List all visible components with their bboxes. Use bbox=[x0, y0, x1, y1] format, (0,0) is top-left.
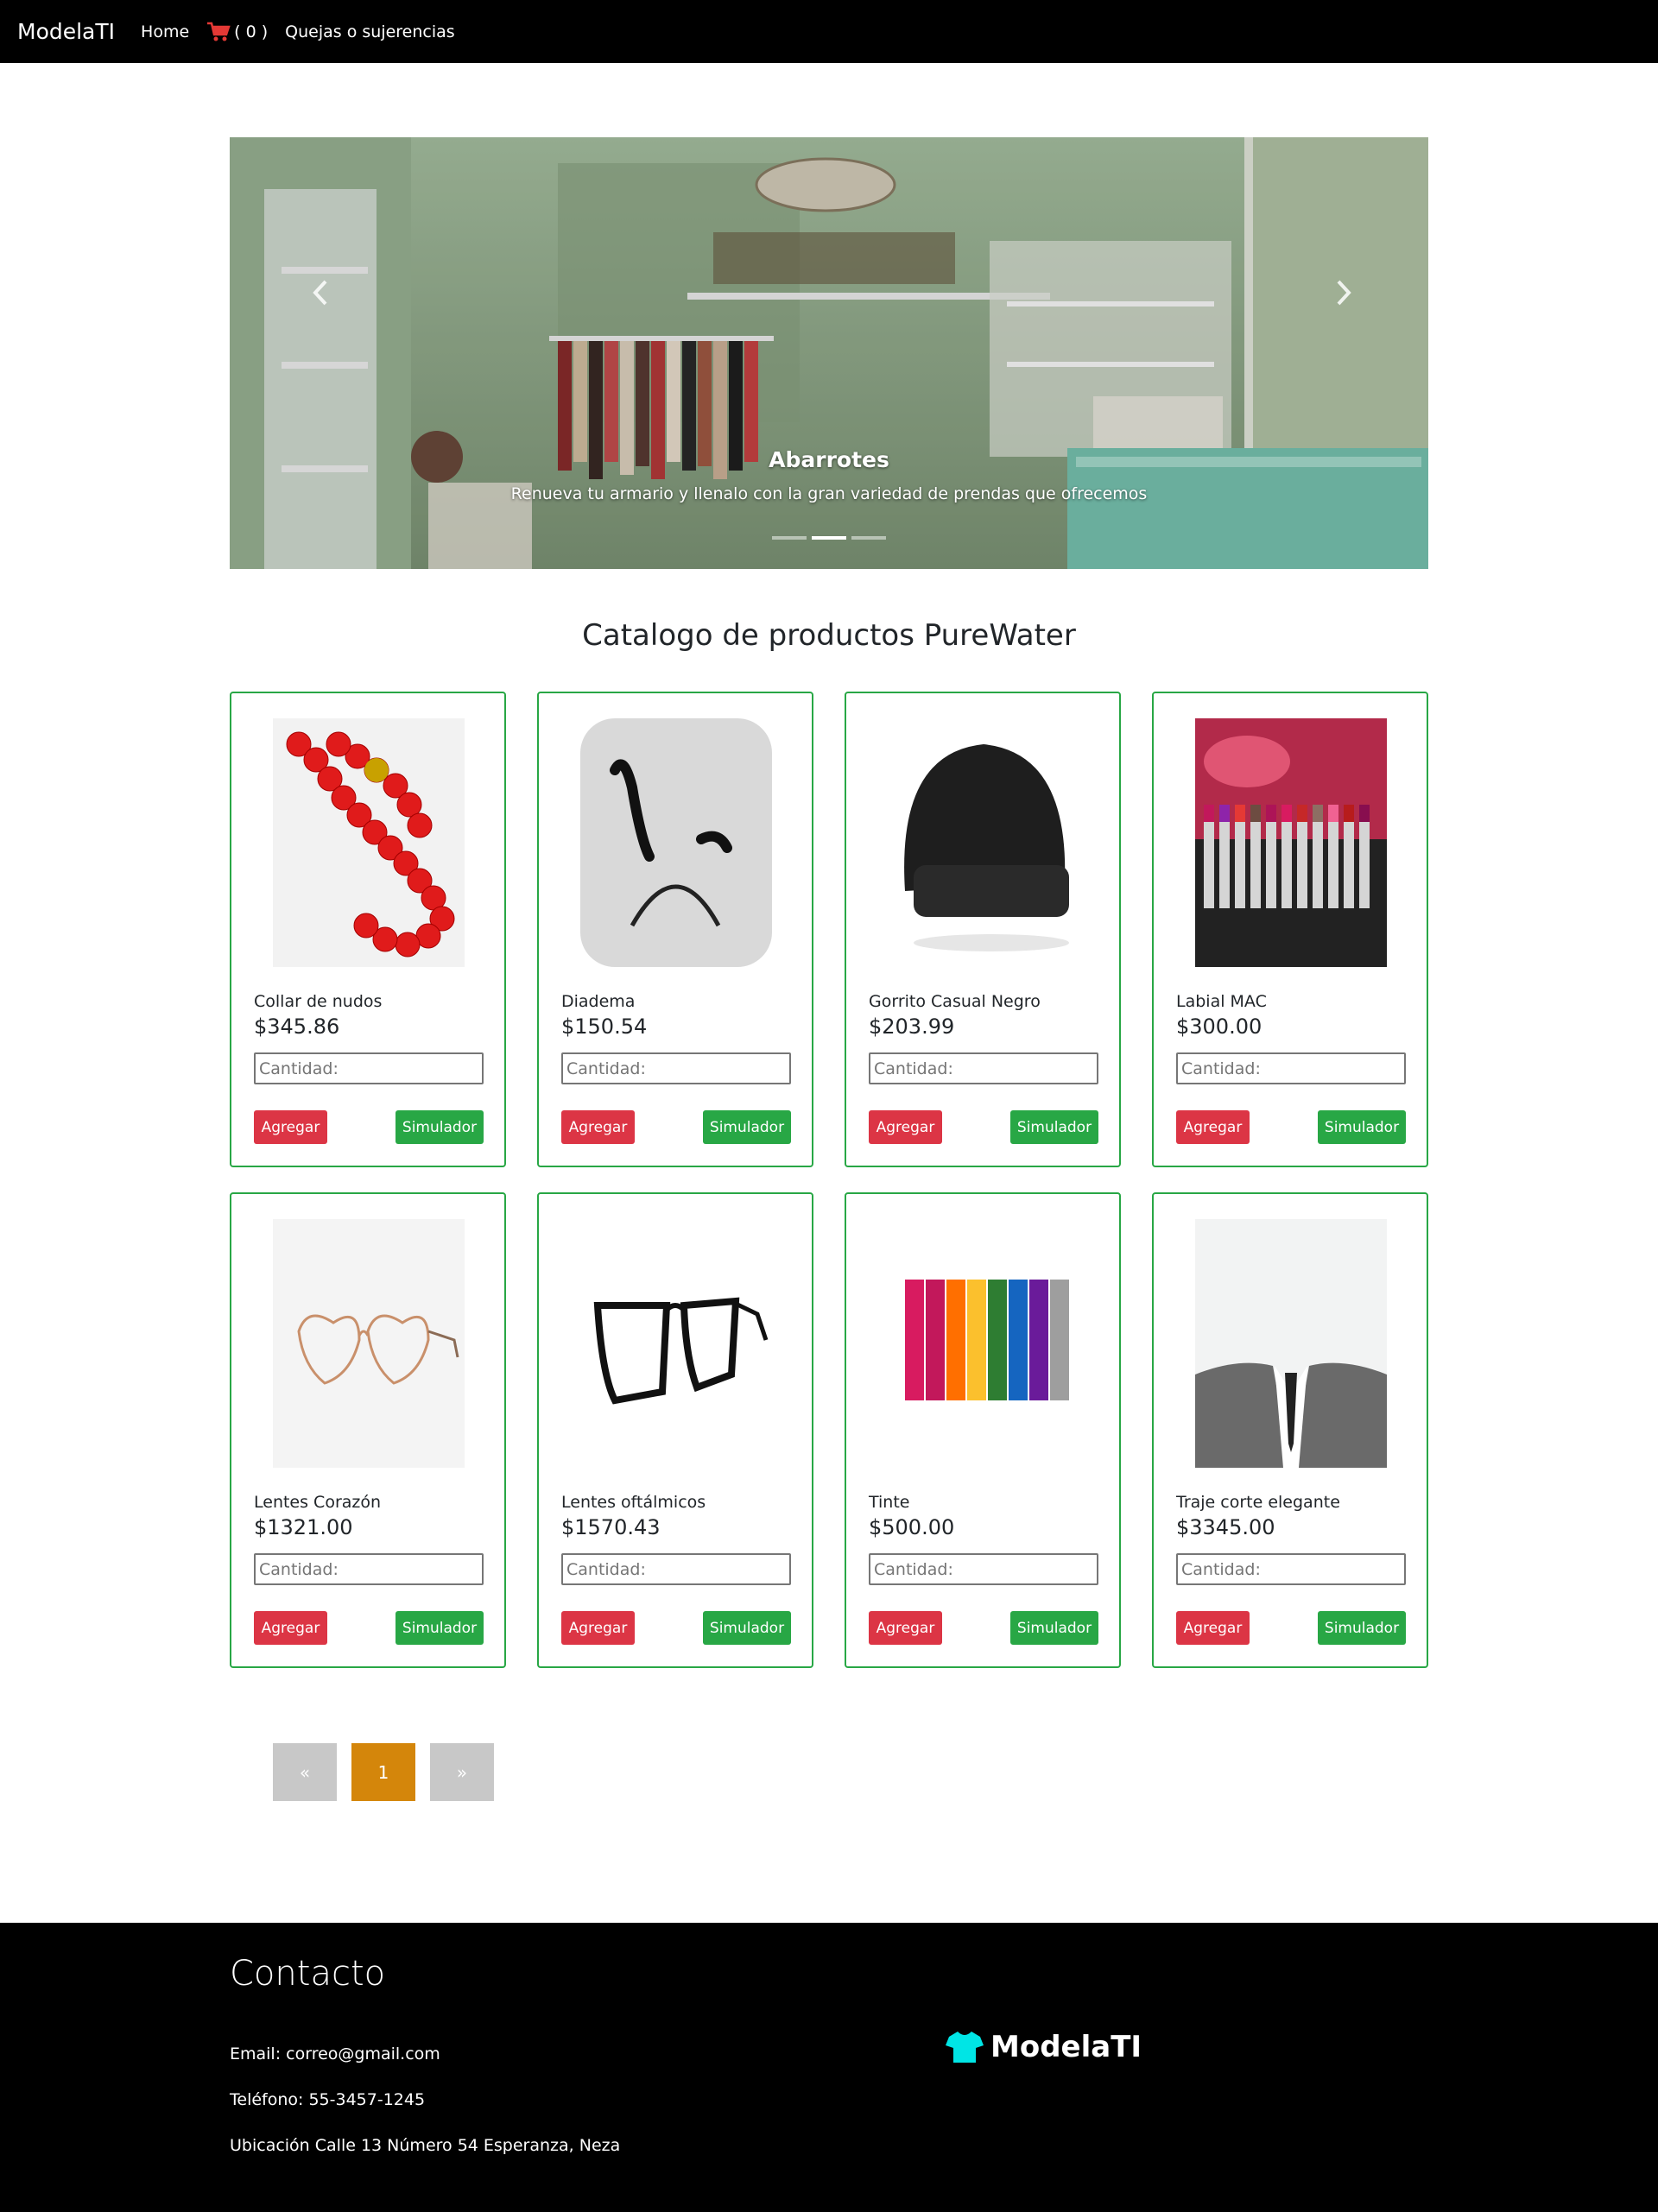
simulator-button[interactable]: Simulador bbox=[396, 1110, 484, 1144]
footer-brand-name: ModelaTI bbox=[990, 2030, 1142, 2064]
product-price: $345.86 bbox=[254, 1014, 340, 1039]
product-image bbox=[1195, 1219, 1387, 1468]
nav-home-link[interactable]: Home bbox=[141, 22, 189, 41]
product-price: $1321.00 bbox=[254, 1515, 353, 1539]
product-card: Lentes Corazón $1321.00 Agregar Simulador bbox=[230, 1192, 506, 1668]
footer-phone: Teléfono: 55-3457-1245 bbox=[230, 2090, 426, 2109]
cart-icon bbox=[207, 22, 231, 41]
product-price: $300.00 bbox=[1176, 1014, 1262, 1039]
simulator-button[interactable]: Simulador bbox=[1318, 1611, 1406, 1645]
product-name: Lentes Corazón bbox=[254, 1493, 382, 1512]
footer-brand[interactable]: ModelaTI bbox=[946, 2030, 1142, 2064]
product-price: $203.99 bbox=[869, 1014, 955, 1039]
add-to-cart-button[interactable]: Agregar bbox=[254, 1110, 327, 1144]
product-image bbox=[888, 718, 1079, 967]
product-name: Diadema bbox=[561, 992, 636, 1011]
add-to-cart-button[interactable]: Agregar bbox=[869, 1110, 942, 1144]
store-interior-image bbox=[230, 137, 1428, 569]
quantity-input[interactable] bbox=[869, 1052, 1098, 1084]
product-card: Diadema $150.54 Agregar Simulador bbox=[537, 692, 813, 1167]
product-card: Tinte $500.00 Agregar Simulador bbox=[845, 1192, 1121, 1668]
quantity-input[interactable] bbox=[1176, 1553, 1406, 1585]
product-name: Labial MAC bbox=[1176, 992, 1267, 1011]
simulator-button[interactable]: Simulador bbox=[1010, 1110, 1098, 1144]
add-to-cart-button[interactable]: Agregar bbox=[561, 1110, 635, 1144]
carousel-indicators bbox=[230, 536, 1428, 540]
product-image bbox=[580, 718, 772, 967]
simulator-button[interactable]: Simulador bbox=[703, 1110, 791, 1144]
carousel-caption-text: Renueva tu armario y llenalo con la gran… bbox=[510, 484, 1148, 503]
pagination-next-button[interactable]: » bbox=[430, 1743, 494, 1801]
product-price: $150.54 bbox=[561, 1014, 648, 1039]
product-card: Gorrito Casual Negro $203.99 Agregar Simula… bbox=[845, 692, 1121, 1167]
product-name: Lentes oftálmicos bbox=[561, 1493, 706, 1512]
hero-carousel: Abarrotes Renueva tu armario y llenalo c… bbox=[230, 137, 1428, 569]
tshirt-icon bbox=[946, 2032, 984, 2063]
quantity-input[interactable] bbox=[561, 1052, 791, 1084]
product-card: Traje corte elegante $3345.00 Agregar Simul… bbox=[1152, 1192, 1428, 1668]
add-to-cart-button[interactable]: Agregar bbox=[254, 1611, 327, 1645]
chevron-left-icon bbox=[313, 280, 327, 306]
pagination-prev-button[interactable]: « bbox=[273, 1743, 337, 1801]
quantity-input[interactable] bbox=[1176, 1052, 1406, 1084]
simulator-button[interactable]: Simulador bbox=[396, 1611, 484, 1645]
add-to-cart-button[interactable]: Agregar bbox=[561, 1611, 635, 1645]
product-image bbox=[273, 1219, 465, 1468]
product-name: Collar de nudos bbox=[254, 992, 383, 1011]
product-price: $500.00 bbox=[869, 1515, 955, 1539]
add-to-cart-button[interactable]: Agregar bbox=[869, 1611, 942, 1645]
carousel-indicator-2[interactable] bbox=[812, 536, 846, 540]
carousel-prev-button[interactable] bbox=[307, 275, 333, 310]
product-card: Labial MAC $300.00 Agregar Simulador bbox=[1152, 692, 1428, 1167]
add-to-cart-button[interactable]: Agregar bbox=[1176, 1611, 1250, 1645]
cart-count: ( 0 ) bbox=[234, 22, 269, 41]
carousel-indicator-1[interactable] bbox=[772, 536, 807, 540]
footer-location: Ubicación Calle 13 Número 54 Esperanza, … bbox=[230, 2136, 621, 2155]
catalog-title: Catalogo de productos PureWater bbox=[582, 618, 1076, 653]
product-price: $3345.00 bbox=[1176, 1515, 1275, 1539]
footer: Contacto Email: correo@gmail.com Teléfon… bbox=[0, 1923, 1658, 2212]
product-card: Collar de nudos $345.86 Agregar Simulador bbox=[230, 692, 506, 1167]
product-name: Gorrito Casual Negro bbox=[869, 992, 1041, 1011]
product-name: Tinte bbox=[869, 1493, 910, 1512]
simulator-button[interactable]: Simulador bbox=[1318, 1110, 1406, 1144]
footer-contact-title: Contacto bbox=[230, 1954, 386, 1994]
chevron-right-icon bbox=[1337, 280, 1351, 306]
product-image bbox=[273, 718, 465, 967]
quantity-input[interactable] bbox=[254, 1553, 484, 1585]
product-image bbox=[580, 1219, 772, 1468]
simulator-button[interactable]: Simulador bbox=[703, 1611, 791, 1645]
pagination-page-1[interactable]: 1 bbox=[351, 1743, 415, 1801]
nav-complaints-link[interactable]: Quejas o sujerencias bbox=[285, 22, 455, 41]
footer-email: Email: correo@gmail.com bbox=[230, 2045, 440, 2063]
navbar: ModelaTI Home ( 0 ) Quejas o sujerencias bbox=[0, 0, 1658, 63]
product-price: $1570.43 bbox=[561, 1515, 661, 1539]
quantity-input[interactable] bbox=[561, 1553, 791, 1585]
quantity-input[interactable] bbox=[254, 1052, 484, 1084]
simulator-button[interactable]: Simulador bbox=[1010, 1611, 1098, 1645]
carousel-next-button[interactable] bbox=[1331, 275, 1357, 310]
carousel-indicator-3[interactable] bbox=[851, 536, 886, 540]
product-image bbox=[888, 1219, 1079, 1468]
product-card: Lentes oftálmicos $1570.43 Agregar Simulado… bbox=[537, 1192, 813, 1668]
quantity-input[interactable] bbox=[869, 1553, 1098, 1585]
add-to-cart-button[interactable]: Agregar bbox=[1176, 1110, 1250, 1144]
carousel-caption-title: Abarrotes bbox=[769, 447, 889, 472]
nav-cart-link[interactable]: ( 0 ) bbox=[206, 21, 268, 43]
product-name: Traje corte elegante bbox=[1176, 1493, 1340, 1512]
product-image bbox=[1195, 718, 1387, 967]
navbar-brand[interactable]: ModelaTI bbox=[17, 19, 115, 44]
